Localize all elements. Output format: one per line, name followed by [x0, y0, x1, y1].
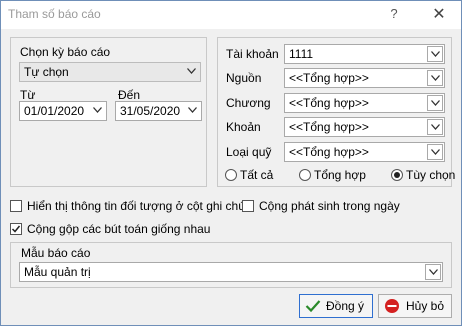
- chevron-down-icon[interactable]: [425, 264, 441, 280]
- fund-select[interactable]: <<Tổng hợp>>: [284, 142, 445, 162]
- fund-value: <<Tổng hợp>>: [289, 145, 369, 159]
- chevron-down-icon: [93, 107, 102, 113]
- ok-button[interactable]: Đồng ý: [299, 294, 373, 318]
- cancel-button-label: Hủy bỏ: [406, 299, 445, 313]
- ok-button-label: Đồng ý: [326, 299, 365, 313]
- chapter-select[interactable]: <<Tổng hợp>>: [284, 93, 445, 113]
- to-label: Đến: [118, 88, 141, 102]
- chevron-down-icon: [188, 107, 197, 113]
- source-value: <<Tổng hợp>>: [289, 71, 369, 85]
- account-select[interactable]: 1111: [284, 44, 445, 64]
- cancel-icon: [385, 299, 399, 313]
- radio-custom[interactable]: [391, 169, 403, 181]
- checkmark-icon: [11, 225, 21, 233]
- chevron-down-icon[interactable]: [427, 46, 443, 62]
- template-panel: Mẫu báo cáo Mẫu quản trị: [10, 242, 452, 288]
- period-select[interactable]: Tự chọn: [19, 62, 201, 82]
- period-label: Chọn kỳ báo cáo: [20, 45, 111, 59]
- period-select-value: Tự chọn: [24, 65, 69, 79]
- template-select[interactable]: Mẫu quản trị: [19, 262, 443, 282]
- to-date-picker[interactable]: 31/05/2020: [115, 101, 202, 121]
- chevron-down-icon[interactable]: [427, 95, 443, 111]
- account-value: 1111: [289, 47, 314, 61]
- chapter-value: <<Tổng hợp>>: [289, 96, 369, 110]
- period-panel: Chọn kỳ báo cáo Tự chọn Từ Đến 01/01/202…: [10, 37, 207, 187]
- chevron-down-icon[interactable]: [427, 119, 443, 135]
- radio-custom-label: Tùy chọn: [406, 168, 456, 182]
- merge-same-entries-checkbox[interactable]: [10, 223, 22, 235]
- radio-summary-label: Tổng hợp: [314, 168, 366, 182]
- fund-label: Loại quỹ: [226, 145, 272, 159]
- close-icon[interactable]: ✕: [427, 4, 451, 26]
- item-value: <<Tổng hợp>>: [289, 120, 369, 134]
- source-select[interactable]: <<Tổng hợp>>: [284, 68, 445, 88]
- chevron-down-icon[interactable]: [427, 144, 443, 160]
- show-object-info-label: Hiển thị thông tin đối tượng ở cột ghi c…: [27, 199, 245, 213]
- from-date-picker[interactable]: 01/01/2020: [19, 101, 107, 121]
- chapter-label: Chương: [226, 96, 271, 110]
- item-label: Khoản: [226, 120, 261, 134]
- template-value: Mẫu quản trị: [24, 265, 91, 279]
- title-bar: Tham số báo cáo ? ✕: [1, 1, 461, 29]
- dialog-title: Tham số báo cáo: [8, 7, 101, 21]
- cancel-button[interactable]: Hủy bỏ: [378, 294, 452, 318]
- show-object-info-checkbox[interactable]: [10, 200, 22, 212]
- account-label: Tài khoản: [226, 47, 279, 61]
- from-label: Từ: [20, 88, 36, 102]
- from-date-value: 01/01/2020: [24, 104, 85, 118]
- source-label: Nguồn: [226, 71, 262, 85]
- radio-selected-dot: [394, 172, 400, 178]
- radio-all[interactable]: [225, 169, 237, 181]
- template-label: Mẫu báo cáo: [21, 246, 91, 260]
- to-date-value: 31/05/2020: [120, 104, 181, 118]
- add-daily-totals-label: Cộng phát sinh trong ngày: [259, 199, 400, 213]
- add-daily-totals-checkbox[interactable]: [242, 200, 254, 212]
- filters-panel: Tài khoản 1111 Nguồn <<Tổng hợp>> Chương…: [217, 37, 456, 187]
- chevron-down-icon[interactable]: [427, 70, 443, 86]
- radio-all-label: Tất cả: [240, 168, 274, 182]
- radio-summary[interactable]: [299, 169, 311, 181]
- merge-same-entries-label: Cộng gộp các bút toán giống nhau: [27, 222, 211, 236]
- checkmark-icon: [305, 300, 321, 313]
- chevron-down-icon: [187, 68, 196, 74]
- item-select[interactable]: <<Tổng hợp>>: [284, 117, 445, 137]
- report-parameters-dialog: Tham số báo cáo ? ✕ Chọn kỳ báo cáo Tự c…: [0, 0, 462, 326]
- help-icon[interactable]: ?: [385, 6, 403, 24]
